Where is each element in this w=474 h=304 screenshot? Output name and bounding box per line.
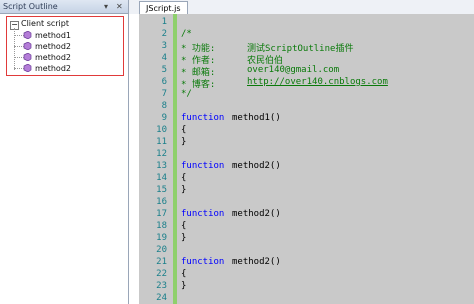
function-name: method1() (232, 113, 281, 123)
tree-root[interactable]: − Client script (7, 18, 121, 30)
function-keyword: function (181, 257, 225, 267)
tree-root-label: Client script (21, 19, 69, 28)
tree-item-method2[interactable]: method2 (7, 41, 121, 52)
line-number: 10 (156, 125, 167, 135)
line-number: 18 (156, 221, 167, 231)
line-number: 22 (156, 269, 167, 279)
change-indicator-bar (173, 14, 177, 304)
brace-close: } (181, 281, 187, 291)
function-keyword: function (181, 161, 225, 171)
line-number: 9 (161, 113, 167, 123)
line-number: 1 (161, 17, 167, 27)
line-number: 5 (161, 65, 167, 75)
line-number: 15 (156, 185, 167, 195)
brace-open: { (181, 173, 187, 183)
line-number: 6 (161, 77, 167, 87)
code-area[interactable]: 1 2 3 4 5 6 7 8 9 10 11 12 13 14 15 16 1… (139, 14, 474, 304)
brace-close: } (181, 137, 187, 147)
tree-item-label: method2 (35, 53, 71, 62)
function-name: method2() (232, 161, 281, 171)
tree-item-label: method1 (35, 31, 71, 40)
code-editor: JScript.js 1 2 3 4 5 6 7 8 9 10 11 12 13… (129, 0, 474, 304)
tree-item-method2[interactable]: method2 (7, 63, 121, 74)
brace-close: } (181, 185, 187, 195)
line-number: 12 (156, 149, 167, 159)
line-number: 13 (156, 161, 167, 171)
script-outline-panel: Script Outline ▾ ✕ − Client script metho… (0, 0, 129, 304)
panel-title: Script Outline (3, 2, 58, 11)
method-icon (23, 53, 32, 61)
line-number: 14 (156, 173, 167, 183)
brace-open: { (181, 221, 187, 231)
panel-title-bar: Script Outline ▾ ✕ (0, 0, 128, 14)
line-number: 19 (156, 233, 167, 243)
brace-open: { (181, 269, 187, 279)
tree-item-method2[interactable]: method2 (7, 52, 121, 63)
line-number: 23 (156, 281, 167, 291)
function-name: method2() (232, 257, 281, 267)
comment-open: /* (181, 29, 192, 39)
line-number: 16 (156, 197, 167, 207)
tree-item-label: method2 (35, 42, 71, 51)
tree-item-label: method2 (35, 64, 71, 73)
close-icon[interactable]: ✕ (116, 0, 123, 13)
line-number: 17 (156, 209, 167, 219)
line-number: 4 (161, 53, 167, 63)
method-icon (23, 31, 32, 39)
line-number: 7 (161, 89, 167, 99)
brace-close: } (181, 233, 187, 243)
blog-link[interactable]: http://over140.cnblogs.com (247, 77, 388, 87)
tab-jscript[interactable]: JScript.js (139, 1, 188, 15)
method-icon (23, 64, 32, 72)
line-number-gutter: 1 2 3 4 5 6 7 8 9 10 11 12 13 14 15 16 1… (139, 14, 173, 304)
comment-email: over140@gmail.com (247, 65, 340, 75)
function-keyword: function (181, 113, 225, 123)
pin-icon[interactable]: ▾ (104, 0, 108, 13)
line-number: 20 (156, 245, 167, 255)
function-keyword: function (181, 209, 225, 219)
comment-close: */ (181, 89, 192, 99)
tree-item-method1[interactable]: method1 (7, 30, 121, 41)
function-name: method2() (232, 209, 281, 219)
line-number: 3 (161, 41, 167, 51)
editor-margin (129, 14, 139, 304)
line-number: 8 (161, 101, 167, 111)
line-number: 21 (156, 257, 167, 267)
brace-open: { (181, 125, 187, 135)
line-number: 11 (156, 137, 167, 147)
tab-strip: JScript.js (129, 0, 474, 15)
line-number: 2 (161, 29, 167, 39)
method-icon (23, 42, 32, 50)
line-number: 24 (156, 293, 167, 303)
outline-tree: − Client script method1 method2 method2 (6, 16, 124, 76)
